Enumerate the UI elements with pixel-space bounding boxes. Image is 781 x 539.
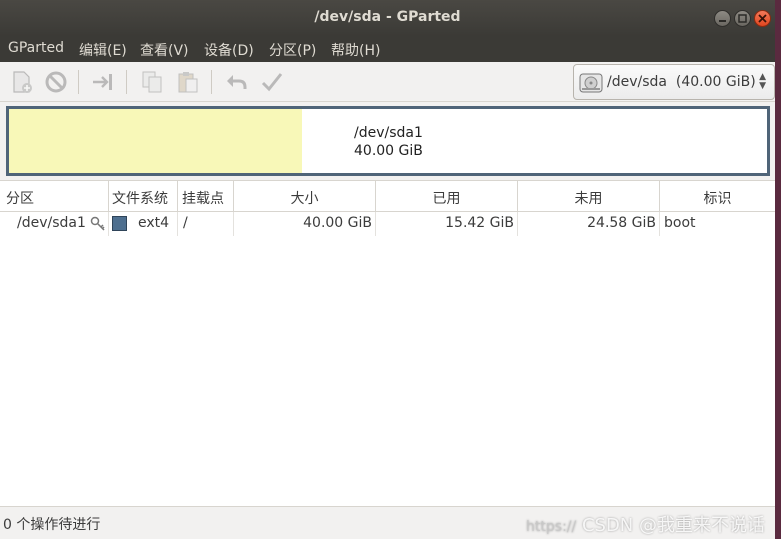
title-bar: /dev/sda - GParted <box>0 0 775 36</box>
toolbar: /dev/sda (40.00 GiB) ▲ ▼ <box>0 62 775 102</box>
close-button[interactable] <box>754 10 771 27</box>
column-header-size[interactable]: 大小 <box>234 181 376 212</box>
column-header-used[interactable]: 已用 <box>376 181 518 212</box>
column-header-unused[interactable]: 未用 <box>518 181 660 212</box>
disk-map-label: /dev/sda1 40.00 GiB <box>354 124 423 160</box>
minimize-icon <box>719 20 726 22</box>
table-header: 分区 文件系统 挂载点 大小 已用 未用 标识 <box>0 181 775 212</box>
toolbar-separator <box>78 70 79 94</box>
gparted-window: /dev/sda - GParted GParted 编辑(E) 查看(V) 设… <box>0 0 775 539</box>
resize-move-icon[interactable] <box>90 69 116 95</box>
toolbar-separator <box>126 70 127 94</box>
column-header-flags[interactable]: 标识 <box>660 181 775 212</box>
disk-map[interactable]: /dev/sda1 40.00 GiB <box>6 106 770 176</box>
cell-size: 40.00 GiB <box>234 212 376 236</box>
menu-device[interactable]: 设备(D) <box>204 40 254 60</box>
watermark: https:// CSDN @我重来不说话 <box>526 515 765 536</box>
column-header-partition[interactable]: 分区 <box>0 181 109 212</box>
cell-used: 15.42 GiB <box>376 212 518 236</box>
disk-map-size: 40.00 GiB <box>354 143 423 159</box>
column-header-mountpoint[interactable]: 挂载点 <box>178 181 234 212</box>
apply-icon[interactable] <box>259 69 285 95</box>
chevron-updown-icon: ▲ ▼ <box>759 72 766 91</box>
minimize-button[interactable] <box>714 10 731 27</box>
cell-mountpoint: / <box>178 212 234 236</box>
menu-gparted[interactable]: GParted <box>8 40 64 56</box>
cell-flags: boot <box>664 215 696 231</box>
menu-partition[interactable]: 分区(P) <box>269 40 316 60</box>
key-icon <box>90 216 105 231</box>
pending-operations-status: 0 个操作待进行 <box>3 517 101 533</box>
cell-unused: 24.58 GiB <box>518 212 660 236</box>
partition-table: 分区 文件系统 挂载点 大小 已用 未用 标识 /dev/sda1 ext4 /… <box>0 180 775 506</box>
close-icon <box>758 14 767 23</box>
disk-map-used-space <box>9 109 302 173</box>
toolbar-separator <box>211 70 212 94</box>
disk-map-partition: /dev/sda1 <box>354 125 423 141</box>
menu-help[interactable]: 帮助(H) <box>331 40 380 60</box>
menu-bar: GParted 编辑(E) 查看(V) 设备(D) 分区(P) 帮助(H) <box>0 36 775 62</box>
menu-view[interactable]: 查看(V) <box>140 40 189 60</box>
column-header-filesystem[interactable]: 文件系统 <box>109 181 178 212</box>
menu-edit[interactable]: 编辑(E) <box>79 40 127 60</box>
delete-icon[interactable] <box>43 69 69 95</box>
table-row[interactable]: /dev/sda1 ext4 / 40.00 GiB 15.42 GiB 24.… <box>0 212 775 236</box>
disk-map-area: /dev/sda1 40.00 GiB <box>0 102 775 180</box>
maximize-icon <box>738 14 747 23</box>
maximize-button[interactable] <box>734 10 751 27</box>
copy-icon[interactable] <box>139 69 165 95</box>
device-selector[interactable]: /dev/sda (40.00 GiB) ▲ ▼ <box>573 64 775 100</box>
undo-icon[interactable] <box>223 69 249 95</box>
paste-icon[interactable] <box>175 69 201 95</box>
cell-filesystem: ext4 <box>109 212 178 236</box>
device-path: /dev/sda (40.00 GiB) <box>607 74 756 90</box>
window-title: /dev/sda - GParted <box>314 9 461 25</box>
status-bar: 0 个操作待进行 https:// CSDN @我重来不说话 <box>0 506 775 539</box>
new-partition-icon[interactable] <box>9 69 35 95</box>
disk-icon <box>579 73 603 93</box>
